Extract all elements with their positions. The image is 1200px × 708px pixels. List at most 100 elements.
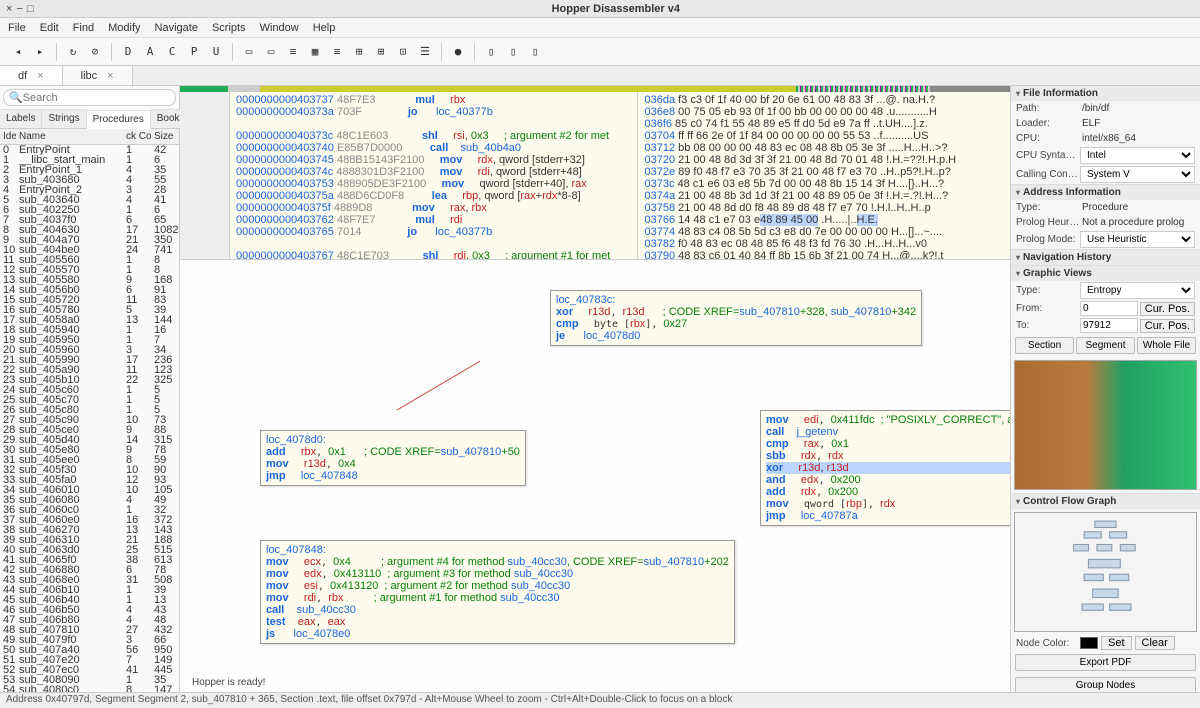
procedure-row[interactable]: 29sub_405d4014315 [0,435,179,445]
curpos-button[interactable]: Cur. Pos. [1140,319,1195,333]
column-header[interactable]: ck Cot [123,129,151,145]
prolog-mode-select[interactable]: Use Heuristic [1080,231,1195,248]
toolbar-button[interactable]: ☰ [415,42,435,62]
procedure-row[interactable]: 8sub_404630171082 [0,225,179,235]
close-tab-icon[interactable]: × [37,70,43,82]
hex-dump[interactable]: 036da f3 c3 0f 1f 40 00 bf 20 6e 61 00 4… [637,92,1010,259]
sidebar-tab-labels[interactable]: Labels [0,109,42,128]
calling-convention-select[interactable]: System V [1080,166,1195,183]
toolbar-button[interactable]: ⊡ [393,42,413,62]
procedure-row[interactable]: 20sub_405960334 [0,345,179,355]
procedure-row[interactable]: 28sub_405ce0988 [0,425,179,435]
menu-window[interactable]: Window [260,22,299,34]
procedure-row[interactable]: 23sub_405b1022325 [0,375,179,385]
procedure-row[interactable]: 17sub_4058a013144 [0,315,179,325]
procedure-row[interactable]: 4EntryPoint_2328 [0,185,179,195]
procedure-row[interactable]: 0EntryPoint142 [0,145,179,156]
procedure-row[interactable]: 12sub_40557018 [0,265,179,275]
procedure-row[interactable]: 2EntryPoint_1435 [0,165,179,175]
toolbar-button[interactable]: ≡ [327,42,347,62]
toolbar-button[interactable]: ≡ [283,42,303,62]
close-tab-icon[interactable]: × [107,70,113,82]
procedure-row[interactable]: 51sub_407e207149 [0,655,179,665]
cfg-action-button[interactable]: Export PDF [1015,654,1196,671]
toolbar-button[interactable]: ⊞ [349,42,369,62]
procedure-row[interactable]: 32sub_405f301090 [0,465,179,475]
toolbar-button[interactable]: ⊘ [85,42,105,62]
menubar[interactable]: FileEditFindModifyNavigateScriptsWindowH… [0,18,1200,38]
menu-modify[interactable]: Modify [108,22,140,34]
procedure-row[interactable]: 45sub_406b40113 [0,595,179,605]
procedure-row[interactable]: 19sub_40595017 [0,335,179,345]
procedure-row[interactable]: 25sub_405c7015 [0,395,179,405]
toolbar[interactable]: ◂▸↻⊘DACPU▭▭≡▦≡⊞⊞⊡☰●▯▯▯ [0,38,1200,66]
toolbar-button[interactable]: ▯ [503,42,523,62]
procedure-row[interactable]: 35sub_406080449 [0,495,179,505]
cfg-node[interactable]: loc_40783c: xor r13d, r13d ; CODE XREF=s… [550,290,922,346]
to-input[interactable] [1080,318,1138,333]
procedure-row[interactable]: 42sub_406880678 [0,565,179,575]
procedure-row[interactable]: 49sub_4079f0366 [0,635,179,645]
from-input[interactable] [1080,301,1138,316]
asm-listing[interactable]: 0000000000403737 48F7E3 mul rbx 00000000… [230,92,637,259]
procedure-row[interactable]: 41sub_4065f038613 [0,555,179,565]
procedure-row[interactable]: 44sub_406b10139 [0,585,179,595]
toolbar-button[interactable]: C [162,42,182,62]
procedures-table[interactable]: Ide ^Nameck CotSize0EntryPoint1421__libc… [0,129,179,692]
cfg-node[interactable]: loc_4078d0: add rbx, 0x1 ; CODE XREF=sub… [260,430,526,486]
menu-find[interactable]: Find [73,22,94,34]
procedure-row[interactable]: 30sub_405e80978 [0,445,179,455]
cfg-action-button[interactable]: Group Nodes [1015,677,1196,692]
procedure-row[interactable]: 5sub_403640441 [0,195,179,205]
sidebar-tab-strings[interactable]: Strings [42,109,86,128]
procedure-row[interactable]: 13sub_4055809168 [0,275,179,285]
view-scope-button[interactable]: Section [1015,337,1074,354]
procedure-row[interactable]: 6sub_40225016 [0,205,179,215]
procedure-row[interactable]: 16sub_405780539 [0,305,179,315]
sidebar-tab-procedures[interactable]: Procedures [87,110,151,129]
toolbar-button[interactable]: ↻ [63,42,83,62]
maximize-icon[interactable]: □ [27,3,34,15]
view-scope-button[interactable]: Whole File [1137,337,1196,354]
search-input[interactable] [23,92,170,104]
procedure-row[interactable]: 52sub_407ec041445 [0,665,179,675]
procedure-row[interactable]: 27sub_405c901073 [0,415,179,425]
toolbar-button[interactable]: ▦ [305,42,325,62]
toolbar-button[interactable]: ▯ [525,42,545,62]
menu-edit[interactable]: Edit [40,22,59,34]
procedure-row[interactable]: 48sub_40781027432 [0,625,179,635]
tab-df[interactable]: df× [0,66,63,85]
procedure-row[interactable]: 36sub_4060c0132 [0,505,179,515]
procedure-row[interactable]: 34sub_40601010105 [0,485,179,495]
procedure-row[interactable]: 18sub_405940116 [0,325,179,335]
procedure-row[interactable]: 24sub_405c6015 [0,385,179,395]
procedure-row[interactable]: 21sub_40599017236 [0,355,179,365]
procedure-row[interactable]: 9sub_404a7021350 [0,235,179,245]
toolbar-button[interactable]: D [118,42,138,62]
procedure-row[interactable]: 39sub_40631021188 [0,535,179,545]
procedure-row[interactable]: 11sub_40556018 [0,255,179,265]
procedure-row[interactable]: 31sub_405ee0859 [0,455,179,465]
cfg-minimap[interactable] [1014,512,1197,632]
column-header[interactable]: Ide ^ [0,129,16,145]
procedure-row[interactable]: 43sub_4068e031508 [0,575,179,585]
toolbar-button[interactable]: P [184,42,204,62]
toolbar-button[interactable]: ▭ [261,42,281,62]
toolbar-button[interactable]: ▭ [239,42,259,62]
toolbar-button[interactable]: ● [448,42,468,62]
procedure-row[interactable]: 54sub_4080c08147 [0,685,179,692]
procedure-row[interactable]: 7sub_4037f0665 [0,215,179,225]
menu-file[interactable]: File [8,22,26,34]
procedure-row[interactable]: 46sub_406b50443 [0,605,179,615]
column-header[interactable]: Size [151,129,179,145]
procedure-row[interactable]: 3sub_403680455 [0,175,179,185]
procedure-row[interactable]: 37sub_4060e016372 [0,515,179,525]
cfg-canvas[interactable]: loc_40783c: xor r13d, r13d ; CODE XREF=s… [180,260,1010,692]
procedure-row[interactable]: 53sub_408090135 [0,675,179,685]
toolbar-button[interactable]: A [140,42,160,62]
toolbar-button[interactable]: ⊞ [371,42,391,62]
toolbar-button[interactable]: ◂ [8,42,28,62]
tab-libc[interactable]: libc× [63,66,133,85]
minimize-icon[interactable]: − [16,3,22,15]
view-scope-button[interactable]: Segment [1076,337,1135,354]
